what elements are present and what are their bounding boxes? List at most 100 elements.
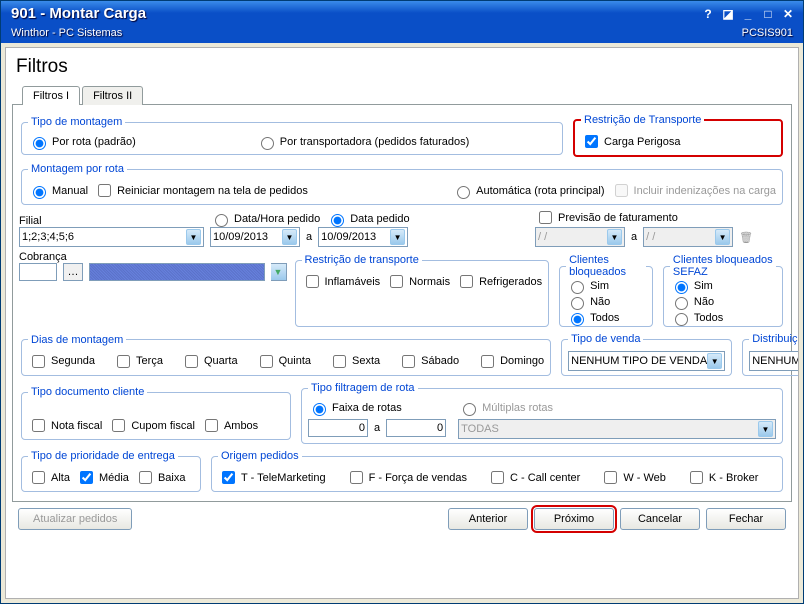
dia-qua[interactable]: Quarta	[181, 352, 238, 371]
chk-alta[interactable]: Alta	[28, 468, 70, 487]
subtitle-bar: Winthor - PC Sistemas PCSIS901	[1, 25, 803, 43]
cobranca-lookup-button[interactable]: …	[63, 263, 83, 281]
chk-nota-fiscal[interactable]: Nota fiscal	[28, 416, 102, 435]
help-icon[interactable]: ?	[699, 6, 717, 22]
prioridade-legend: Tipo de prioridade de entrega	[28, 450, 178, 462]
chk-telemarketing[interactable]: T - TeleMarketing	[218, 468, 326, 487]
rota-sep: a	[374, 422, 380, 434]
tab-filtros-2[interactable]: Filtros II	[82, 86, 143, 105]
chk-ambos[interactable]: Ambos	[201, 416, 258, 435]
subtitle-left: Winthor - PC Sistemas	[11, 27, 122, 39]
titlebar: 901 - Montar Carga ? ◪ _ □ ✕	[1, 1, 803, 25]
rota-from[interactable]	[308, 419, 368, 437]
restricao-transporte-legend: Restrição de Transporte	[581, 114, 704, 126]
sefaz-nao[interactable]: Não	[670, 294, 776, 310]
dia-sab[interactable]: Sábado	[398, 352, 459, 371]
chk-callcenter[interactable]: C - Call center	[487, 468, 580, 487]
tipo-montagem-group: Tipo de montagem Por rota (padrão) Por t…	[21, 116, 563, 155]
filtragem-group: Tipo filtragem de rota Faixa de rotas a …	[301, 382, 783, 444]
tipo-montagem-legend: Tipo de montagem	[28, 116, 125, 128]
chk-broker[interactable]: K - Broker	[686, 468, 759, 487]
date-from[interactable]: 10/09/2013▼	[210, 227, 300, 247]
mult-rotas-select: TODAS▼	[458, 419, 776, 439]
cobranca-display[interactable]	[89, 263, 265, 281]
edit-icon[interactable]: ◪	[719, 6, 737, 22]
footer-bar: Atualizar pedidos Anterior Próximo Cance…	[12, 502, 792, 536]
cli-bloq-sim[interactable]: Sim	[566, 278, 646, 294]
prev-sep: a	[631, 231, 637, 243]
cli-bloq-legend: Clientes bloqueados	[566, 254, 646, 278]
anterior-button[interactable]: Anterior	[448, 508, 528, 530]
filtragem-legend: Tipo filtragem de rota	[308, 382, 418, 394]
date-to[interactable]: 10/09/2013▼	[318, 227, 408, 247]
proximo-button[interactable]: Próximo	[534, 508, 614, 530]
cli-bloq-nao[interactable]: Não	[566, 294, 646, 310]
maximize-icon[interactable]: □	[759, 6, 777, 22]
filial-select[interactable]: 1;2;3;4;5;6▼	[19, 227, 204, 247]
distribuicao-select[interactable]: NENHUMA▼	[749, 351, 799, 371]
distribuicao-legend: Distribuição	[749, 333, 799, 345]
prev-date-to: / /▼	[643, 227, 733, 247]
restricao-tr-legend: Restrição de transporte	[302, 254, 422, 266]
chk-normais[interactable]: Normais	[386, 272, 450, 291]
sefaz-sim[interactable]: Sim	[670, 278, 776, 294]
chk-media[interactable]: Média	[76, 468, 129, 487]
tipo-venda-legend: Tipo de venda	[568, 333, 643, 345]
dia-dom[interactable]: Domingo	[477, 352, 544, 371]
montagem-rota-legend: Montagem por rota	[28, 163, 127, 175]
atualizar-button: Atualizar pedidos	[18, 508, 132, 530]
calendar-icon: 🗑	[739, 231, 753, 244]
date-sep: a	[306, 231, 312, 243]
chk-reiniciar[interactable]: Reiniciar montagem na tela de pedidos	[94, 181, 308, 200]
chk-indenizacoes: Incluir indenizações na carga	[611, 181, 776, 200]
opt-faixa-rotas[interactable]: Faixa de rotas	[308, 400, 446, 416]
opt-mult-rotas[interactable]: Múltiplas rotas	[458, 400, 776, 416]
cobranca-dropdown-arrow[interactable]: ▼	[271, 263, 287, 281]
montagem-rota-group: Montagem por rota Manual Reiniciar monta…	[21, 163, 783, 205]
cobranca-label: Cobrança	[19, 251, 287, 263]
opt-por-transportadora[interactable]: Por transportadora (pedidos faturados)	[256, 134, 470, 150]
opt-data-pedido[interactable]: Data pedido	[326, 211, 409, 227]
chk-web[interactable]: W - Web	[600, 468, 666, 487]
window-title: 901 - Montar Carga	[11, 5, 699, 22]
origem-legend: Origem pedidos	[218, 450, 302, 462]
opt-automatica[interactable]: Automática (rota principal)	[452, 183, 604, 199]
page-title: Filtros	[16, 56, 792, 78]
dia-sex[interactable]: Sexta	[329, 352, 380, 371]
body-panel: Filtros Filtros I Filtros II Tipo de mon…	[5, 47, 799, 599]
dia-seg[interactable]: Segunda	[28, 352, 95, 371]
opt-data-hora[interactable]: Data/Hora pedido	[210, 211, 320, 227]
chk-refrigerados[interactable]: Refrigerados	[456, 272, 542, 291]
chk-baixa[interactable]: Baixa	[135, 468, 186, 487]
dias-legend: Dias de montagem	[28, 334, 126, 346]
tipo-venda-select[interactable]: NENHUM TIPO DE VENDA▼	[568, 351, 725, 371]
chk-cupom-fiscal[interactable]: Cupom fiscal	[108, 416, 195, 435]
cancelar-button[interactable]: Cancelar	[620, 508, 700, 530]
tab-filtros-1[interactable]: Filtros I	[22, 86, 80, 105]
tab-panel: Tipo de montagem Por rota (padrão) Por t…	[12, 104, 792, 502]
cli-bloq-sefaz-legend: Clientes bloqueados SEFAZ	[670, 254, 776, 278]
cli-bloq-todos[interactable]: Todos	[566, 310, 646, 326]
cobranca-code-input[interactable]	[19, 263, 57, 281]
app-window: 901 - Montar Carga ? ◪ _ □ ✕ Winthor - P…	[0, 0, 804, 604]
opt-por-rota[interactable]: Por rota (padrão)	[28, 134, 136, 150]
dia-ter[interactable]: Terça	[113, 352, 163, 371]
previsao-block: Previsão de faturamento / /▼ a / /▼ 🗑	[535, 208, 785, 247]
data-block: Data/Hora pedido Data pedido 10/09/2013▼…	[210, 211, 410, 247]
close-icon[interactable]: ✕	[779, 6, 797, 22]
sefaz-todos[interactable]: Todos	[670, 310, 776, 326]
chk-inflamaveis[interactable]: Inflamáveis	[302, 272, 381, 291]
tab-bar: Filtros I Filtros II	[22, 86, 792, 105]
minimize-icon[interactable]: _	[739, 6, 757, 22]
opt-manual[interactable]: Manual	[28, 183, 88, 199]
dias-group: Dias de montagem Segunda Terça Quarta Qu…	[21, 334, 551, 376]
prev-date-from: / /▼	[535, 227, 625, 247]
distribuicao-group: Distribuição NENHUMA▼	[742, 333, 799, 376]
rota-to[interactable]	[386, 419, 446, 437]
restricao-transporte-group: Restrição de transporte Inflamáveis Norm…	[295, 254, 550, 327]
chk-previsao[interactable]: Previsão de faturamento	[535, 208, 785, 227]
chk-forca-vendas[interactable]: F - Força de vendas	[346, 468, 467, 487]
dia-qui[interactable]: Quinta	[256, 352, 311, 371]
chk-carga-perigosa[interactable]: Carga Perigosa	[581, 132, 775, 151]
fechar-button[interactable]: Fechar	[706, 508, 786, 530]
